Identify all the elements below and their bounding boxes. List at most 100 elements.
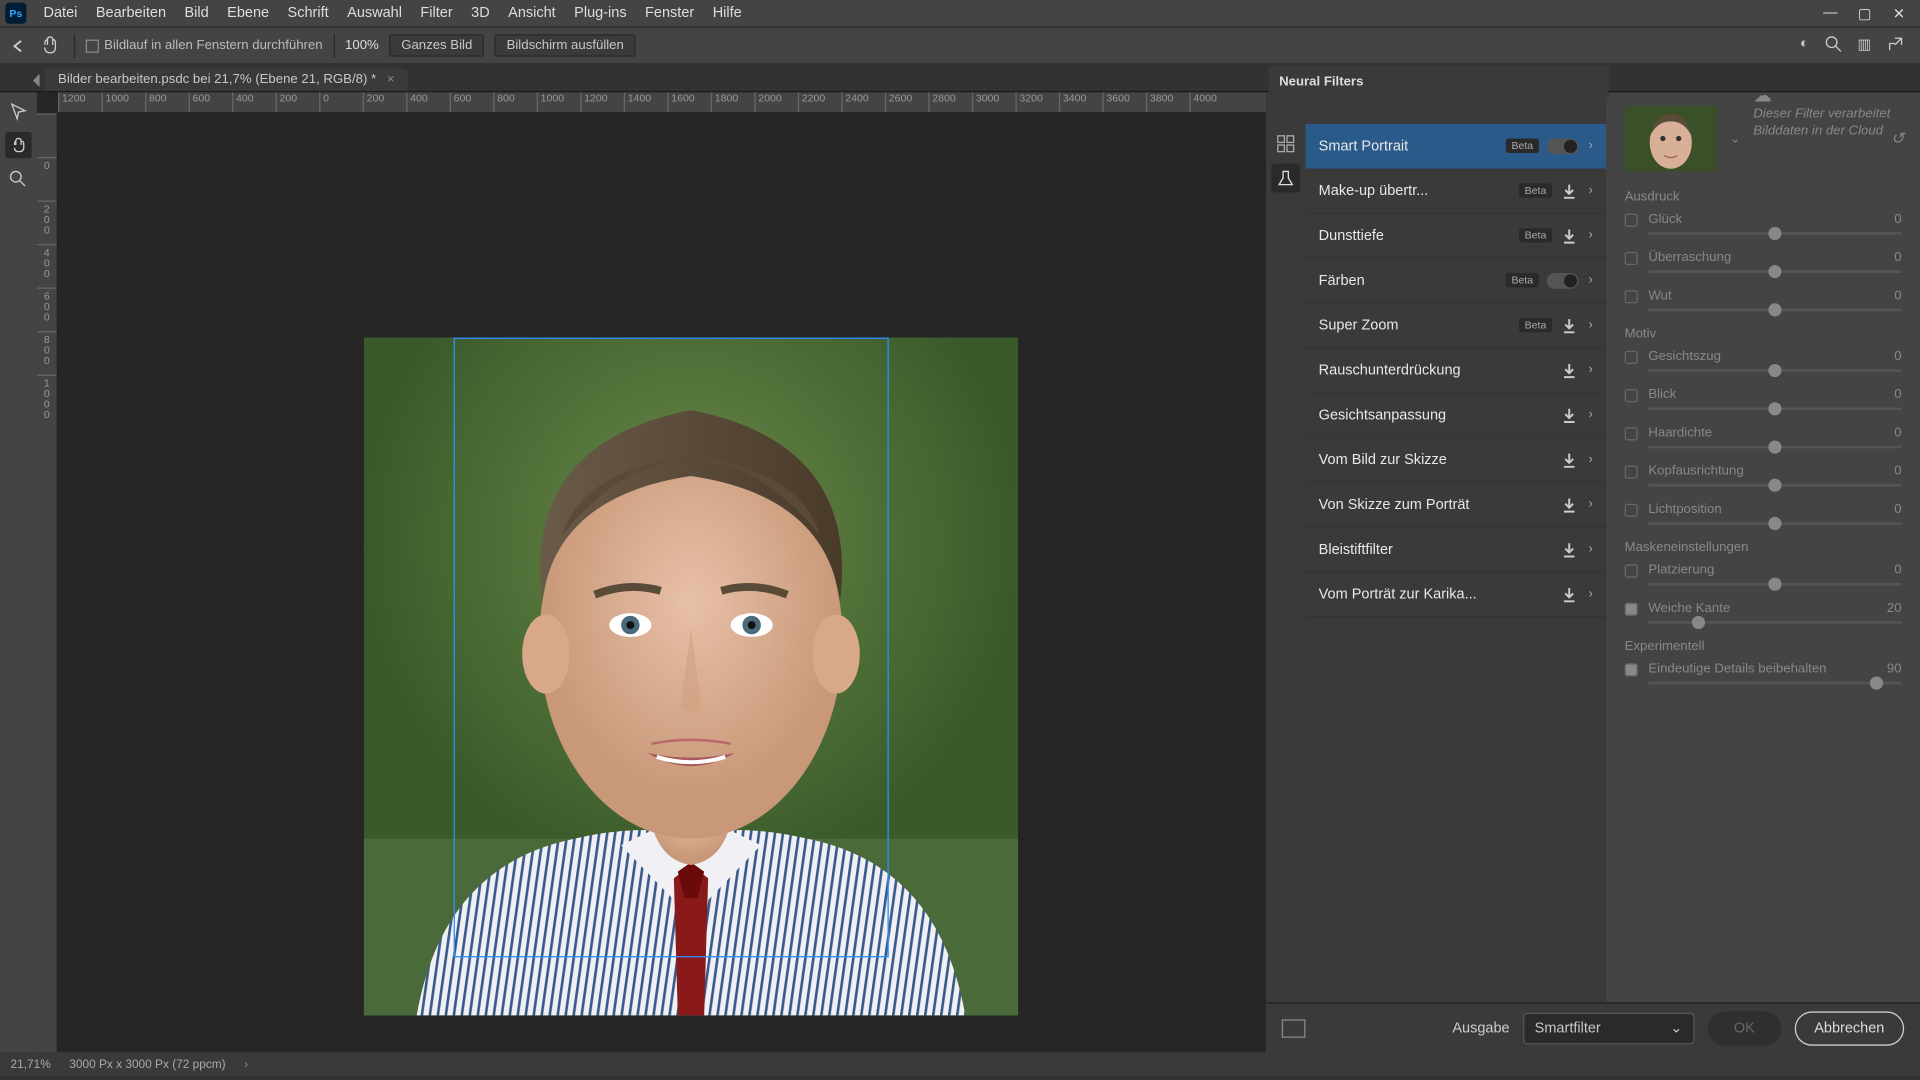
cancel-button[interactable]: Abbrechen — [1794, 1011, 1904, 1045]
download-icon[interactable] — [1560, 540, 1578, 558]
menu-ansicht[interactable]: Ansicht — [499, 5, 565, 21]
slider-checkbox[interactable] — [1625, 564, 1638, 577]
menu-plug-ins[interactable]: Plug-ins — [565, 5, 636, 21]
options-bar: Bildlauf in allen Fenstern durchführen 1… — [0, 26, 1920, 63]
slider-checkbox[interactable] — [1625, 289, 1638, 302]
face-dropdown-icon[interactable]: ⌄ — [1730, 131, 1740, 146]
filter-item[interactable]: Super ZoomBeta› — [1305, 303, 1606, 348]
beta-filters-icon[interactable] — [1271, 164, 1300, 193]
download-icon[interactable] — [1560, 181, 1578, 199]
slider-checkbox[interactable] — [1625, 350, 1638, 363]
slider-track[interactable] — [1648, 621, 1901, 624]
close-button[interactable]: ✕ — [1891, 5, 1907, 22]
slider-track[interactable] — [1648, 270, 1901, 273]
menu-ebene[interactable]: Ebene — [218, 5, 278, 21]
filter-item[interactable]: Bleistiftfilter› — [1305, 527, 1606, 572]
slider-checkbox[interactable] — [1625, 465, 1638, 478]
fill-button[interactable]: Bildschirm ausfüllen — [495, 34, 636, 56]
move-tool[interactable] — [5, 98, 31, 124]
slider-track[interactable] — [1648, 446, 1901, 449]
menu-schrift[interactable]: Schrift — [278, 5, 338, 21]
minimize-button[interactable]: — — [1822, 5, 1838, 22]
download-icon[interactable] — [1560, 226, 1578, 244]
filter-item[interactable]: Rauschunterdrückung› — [1305, 348, 1606, 393]
filter-item[interactable]: Vom Porträt zur Karika...› — [1305, 572, 1606, 617]
document-tab[interactable]: Bilder bearbeiten.psdc bei 21,7% (Ebene … — [45, 69, 408, 91]
slider-thumb[interactable] — [1768, 303, 1781, 316]
menu-bild[interactable]: Bild — [175, 5, 218, 21]
slider-thumb[interactable] — [1768, 364, 1781, 377]
slider-track[interactable] — [1648, 309, 1901, 312]
menu-3d[interactable]: 3D — [462, 5, 499, 21]
slider-track[interactable] — [1648, 369, 1901, 372]
maximize-button[interactable]: ▢ — [1857, 5, 1873, 22]
scroll-all-checkbox[interactable]: Bildlauf in allen Fenstern durchführen — [86, 38, 323, 53]
zoom-value[interactable]: 100% — [345, 38, 379, 53]
fit-button[interactable]: Ganzes Bild — [389, 34, 484, 56]
hand-tool[interactable] — [5, 132, 31, 158]
tab-close-icon[interactable]: × — [387, 73, 395, 88]
slider-track[interactable] — [1648, 484, 1901, 487]
filter-item[interactable]: FärbenBeta› — [1305, 258, 1606, 303]
slider-checkbox[interactable] — [1625, 602, 1638, 615]
slider-track[interactable] — [1648, 583, 1901, 586]
filter-name: Von Skizze zum Porträt — [1319, 496, 1552, 512]
download-icon[interactable] — [1560, 495, 1578, 513]
search-icon[interactable] — [1825, 35, 1842, 56]
menu-datei[interactable]: Datei — [34, 5, 86, 21]
filter-item[interactable]: Vom Bild zur Skizze› — [1305, 438, 1606, 483]
ok-button[interactable]: OK — [1707, 1011, 1781, 1045]
slider-thumb[interactable] — [1768, 440, 1781, 453]
slider-track[interactable] — [1648, 522, 1901, 525]
status-flyout-icon[interactable]: › — [244, 1058, 248, 1071]
slider-checkbox[interactable] — [1625, 503, 1638, 516]
menu-hilfe[interactable]: Hilfe — [703, 5, 750, 21]
download-icon[interactable] — [1560, 316, 1578, 334]
filter-name: Dunsttiefe — [1319, 227, 1512, 243]
menu-auswahl[interactable]: Auswahl — [338, 5, 411, 21]
reset-icon[interactable]: ↺ — [1891, 131, 1904, 148]
slider-checkbox[interactable] — [1625, 213, 1638, 226]
slider-thumb[interactable] — [1692, 616, 1705, 629]
menu-bearbeiten[interactable]: Bearbeiten — [87, 5, 176, 21]
slider-thumb[interactable] — [1768, 578, 1781, 591]
preview-toggle-icon[interactable] — [1282, 1019, 1306, 1037]
filter-item[interactable]: DunsttiefeBeta› — [1305, 214, 1606, 259]
filter-item[interactable]: Von Skizze zum Porträt› — [1305, 483, 1606, 528]
slider-checkbox[interactable] — [1625, 388, 1638, 401]
cloud-icon[interactable]: ◐ — [1800, 35, 1809, 56]
filter-name: Vom Porträt zur Karika... — [1319, 586, 1552, 602]
canvas[interactable] — [58, 113, 1266, 1052]
filter-item[interactable]: Make-up übertr...Beta› — [1305, 169, 1606, 214]
slider-checkbox[interactable] — [1625, 251, 1638, 264]
slider-thumb[interactable] — [1768, 517, 1781, 530]
slider-track[interactable] — [1648, 232, 1901, 235]
slider-thumb[interactable] — [1870, 676, 1883, 689]
slider-thumb[interactable] — [1768, 402, 1781, 415]
download-icon[interactable] — [1560, 450, 1578, 468]
toggle-switch[interactable] — [1546, 272, 1578, 288]
download-icon[interactable] — [1560, 361, 1578, 379]
output-select[interactable]: Smartfilter⌄ — [1523, 1012, 1694, 1044]
slider-thumb[interactable] — [1768, 479, 1781, 492]
filter-item[interactable]: Smart PortraitBeta› — [1305, 124, 1606, 169]
toggle-switch[interactable] — [1546, 138, 1578, 154]
slider-checkbox[interactable] — [1625, 427, 1638, 440]
menu-fenster[interactable]: Fenster — [636, 5, 704, 21]
zoom-tool[interactable] — [5, 166, 31, 192]
menu-filter[interactable]: Filter — [411, 5, 462, 21]
slider-value: 0 — [1894, 426, 1901, 441]
filter-item[interactable]: Gesichtsanpassung› — [1305, 393, 1606, 438]
download-icon[interactable] — [1560, 585, 1578, 603]
slider-thumb[interactable] — [1768, 265, 1781, 278]
slider-checkbox[interactable] — [1625, 663, 1638, 676]
slider-track[interactable] — [1648, 407, 1901, 410]
share-icon[interactable] — [1887, 35, 1904, 56]
workspace-icon[interactable]: ▥ — [1857, 35, 1871, 56]
back-button[interactable] — [8, 35, 29, 56]
face-thumbnail[interactable] — [1625, 105, 1717, 171]
slider-track[interactable] — [1648, 682, 1901, 685]
featured-filters-icon[interactable] — [1271, 129, 1300, 158]
slider-thumb[interactable] — [1768, 227, 1781, 240]
download-icon[interactable] — [1560, 405, 1578, 423]
